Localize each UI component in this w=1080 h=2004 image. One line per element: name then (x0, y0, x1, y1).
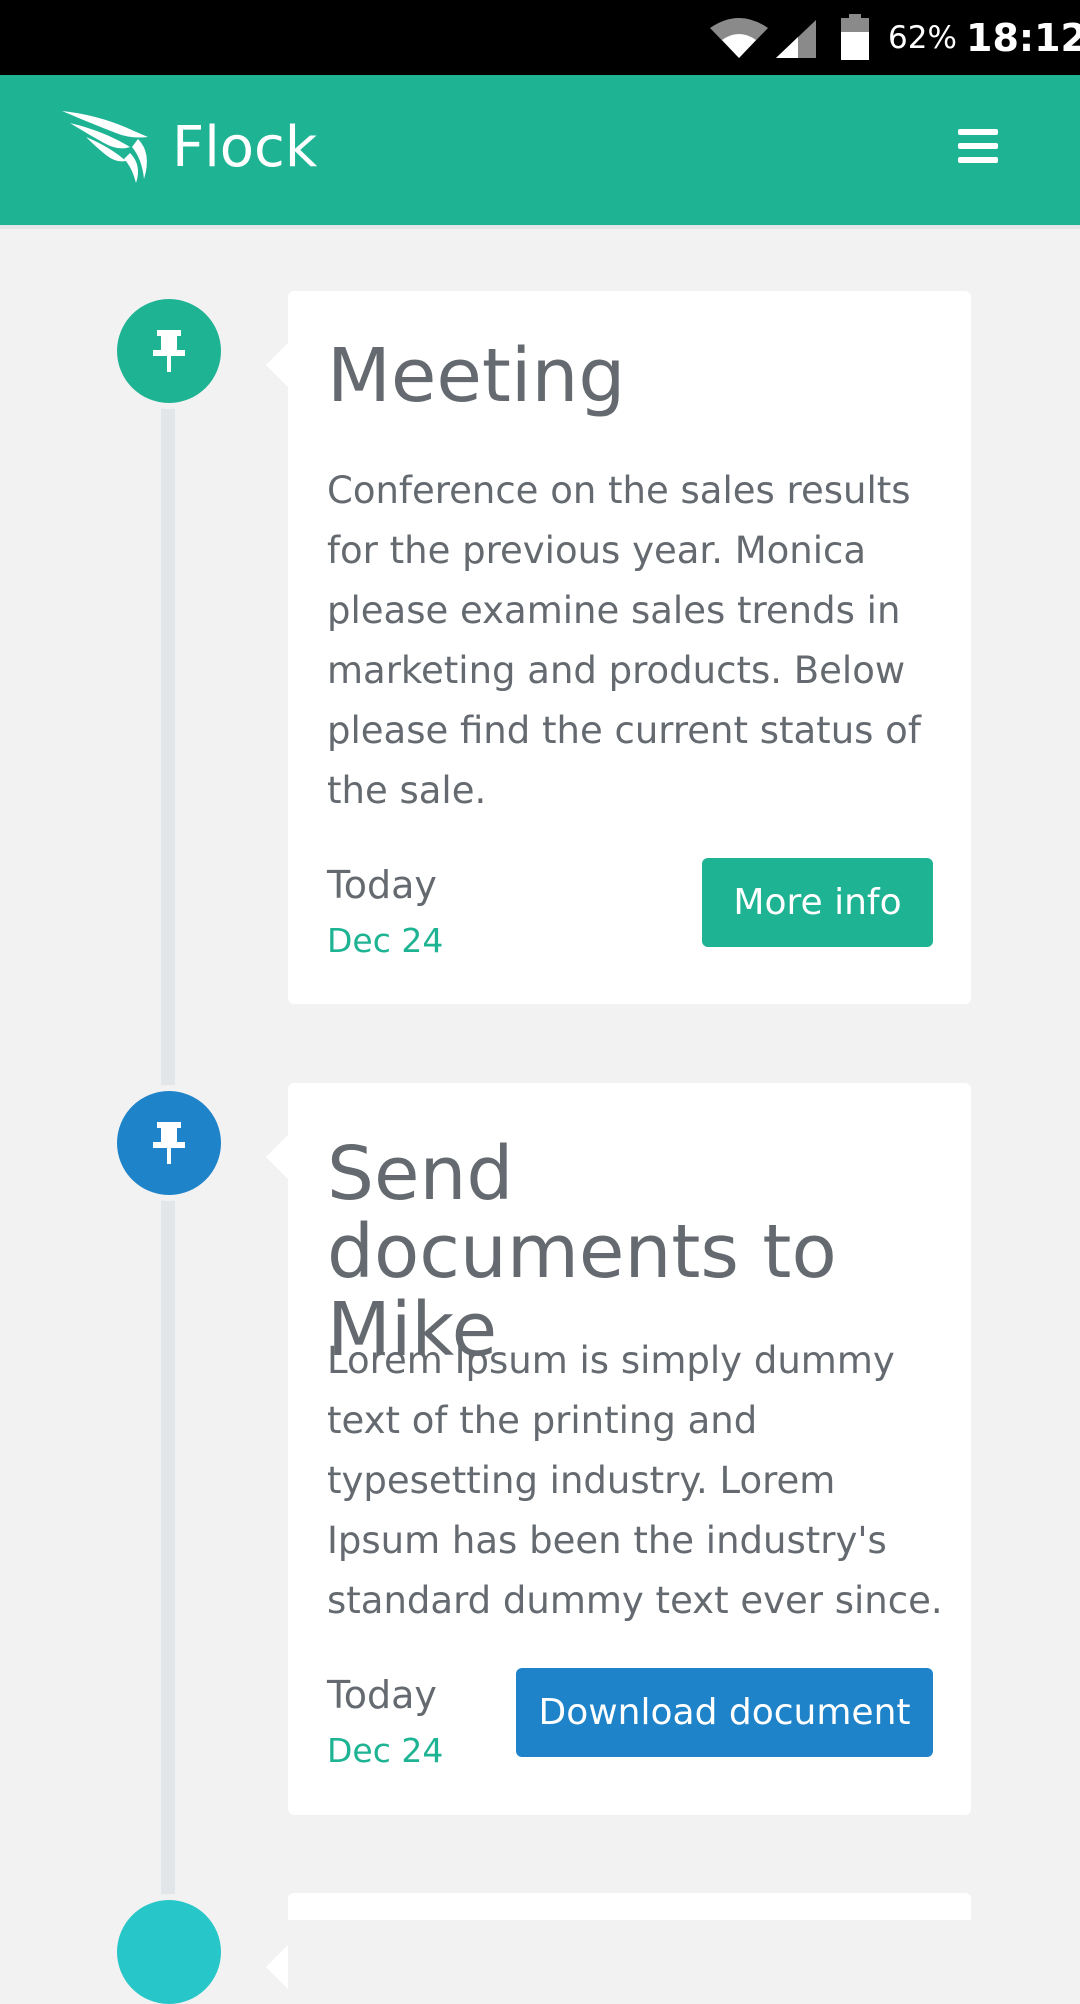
pushpin-icon (153, 330, 185, 372)
card-title: Meeting (327, 333, 626, 419)
clock: 18:12 (966, 16, 1080, 60)
timeline-node (117, 1900, 221, 2004)
status-bar: 62% 18:12 (0, 0, 1080, 75)
download-document-button[interactable]: Download document (516, 1668, 933, 1757)
battery-percent: 62% (888, 20, 957, 56)
timeline-card: Meeting Conference on the sales results … (266, 291, 971, 1004)
date-day: Today (327, 863, 437, 907)
date-short: Dec 24 (327, 1731, 444, 1770)
signal-icon (776, 20, 816, 58)
more-info-button[interactable]: More info (702, 858, 933, 947)
date-short: Dec 24 (327, 921, 444, 960)
timeline-node (117, 1091, 221, 1195)
app-title: Flock (172, 115, 318, 180)
battery-icon (841, 14, 869, 60)
card-body: Lorem Ipsum is simply dummy text of the … (327, 1339, 943, 1622)
timeline-node (117, 299, 221, 403)
app-bar: Flock (0, 75, 1080, 225)
pushpin-icon (153, 1122, 185, 1164)
date-day: Today (327, 1673, 437, 1717)
card-body: Conference on the sales results for the … (327, 469, 921, 812)
wifi-icon (710, 18, 768, 58)
timeline-card: Send documents to Mike Lorem Ipsum is si… (266, 1083, 971, 1815)
wing-logo-icon (62, 111, 148, 183)
timeline-card (266, 1893, 971, 1989)
hamburger-menu-icon[interactable] (958, 129, 998, 169)
